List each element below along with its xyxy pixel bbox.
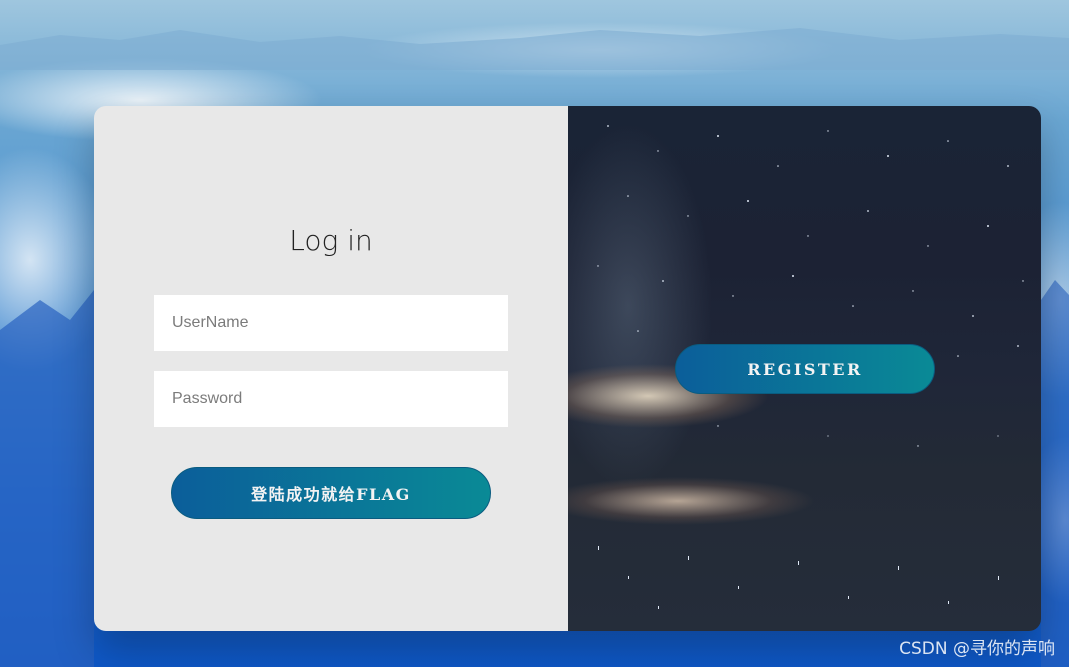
- login-title: Log in: [289, 224, 373, 257]
- password-input[interactable]: [154, 371, 508, 427]
- auth-card: Log in 登陆成功就给FLAG: [94, 106, 1041, 631]
- username-input[interactable]: [154, 295, 508, 351]
- login-button[interactable]: 登陆成功就给FLAG: [171, 467, 491, 519]
- watermark: CSDN @寻你的声响: [899, 639, 1055, 659]
- register-panel: REGISTER: [568, 106, 1041, 631]
- register-button[interactable]: REGISTER: [675, 344, 935, 394]
- login-panel: Log in 登陆成功就给FLAG: [94, 106, 568, 631]
